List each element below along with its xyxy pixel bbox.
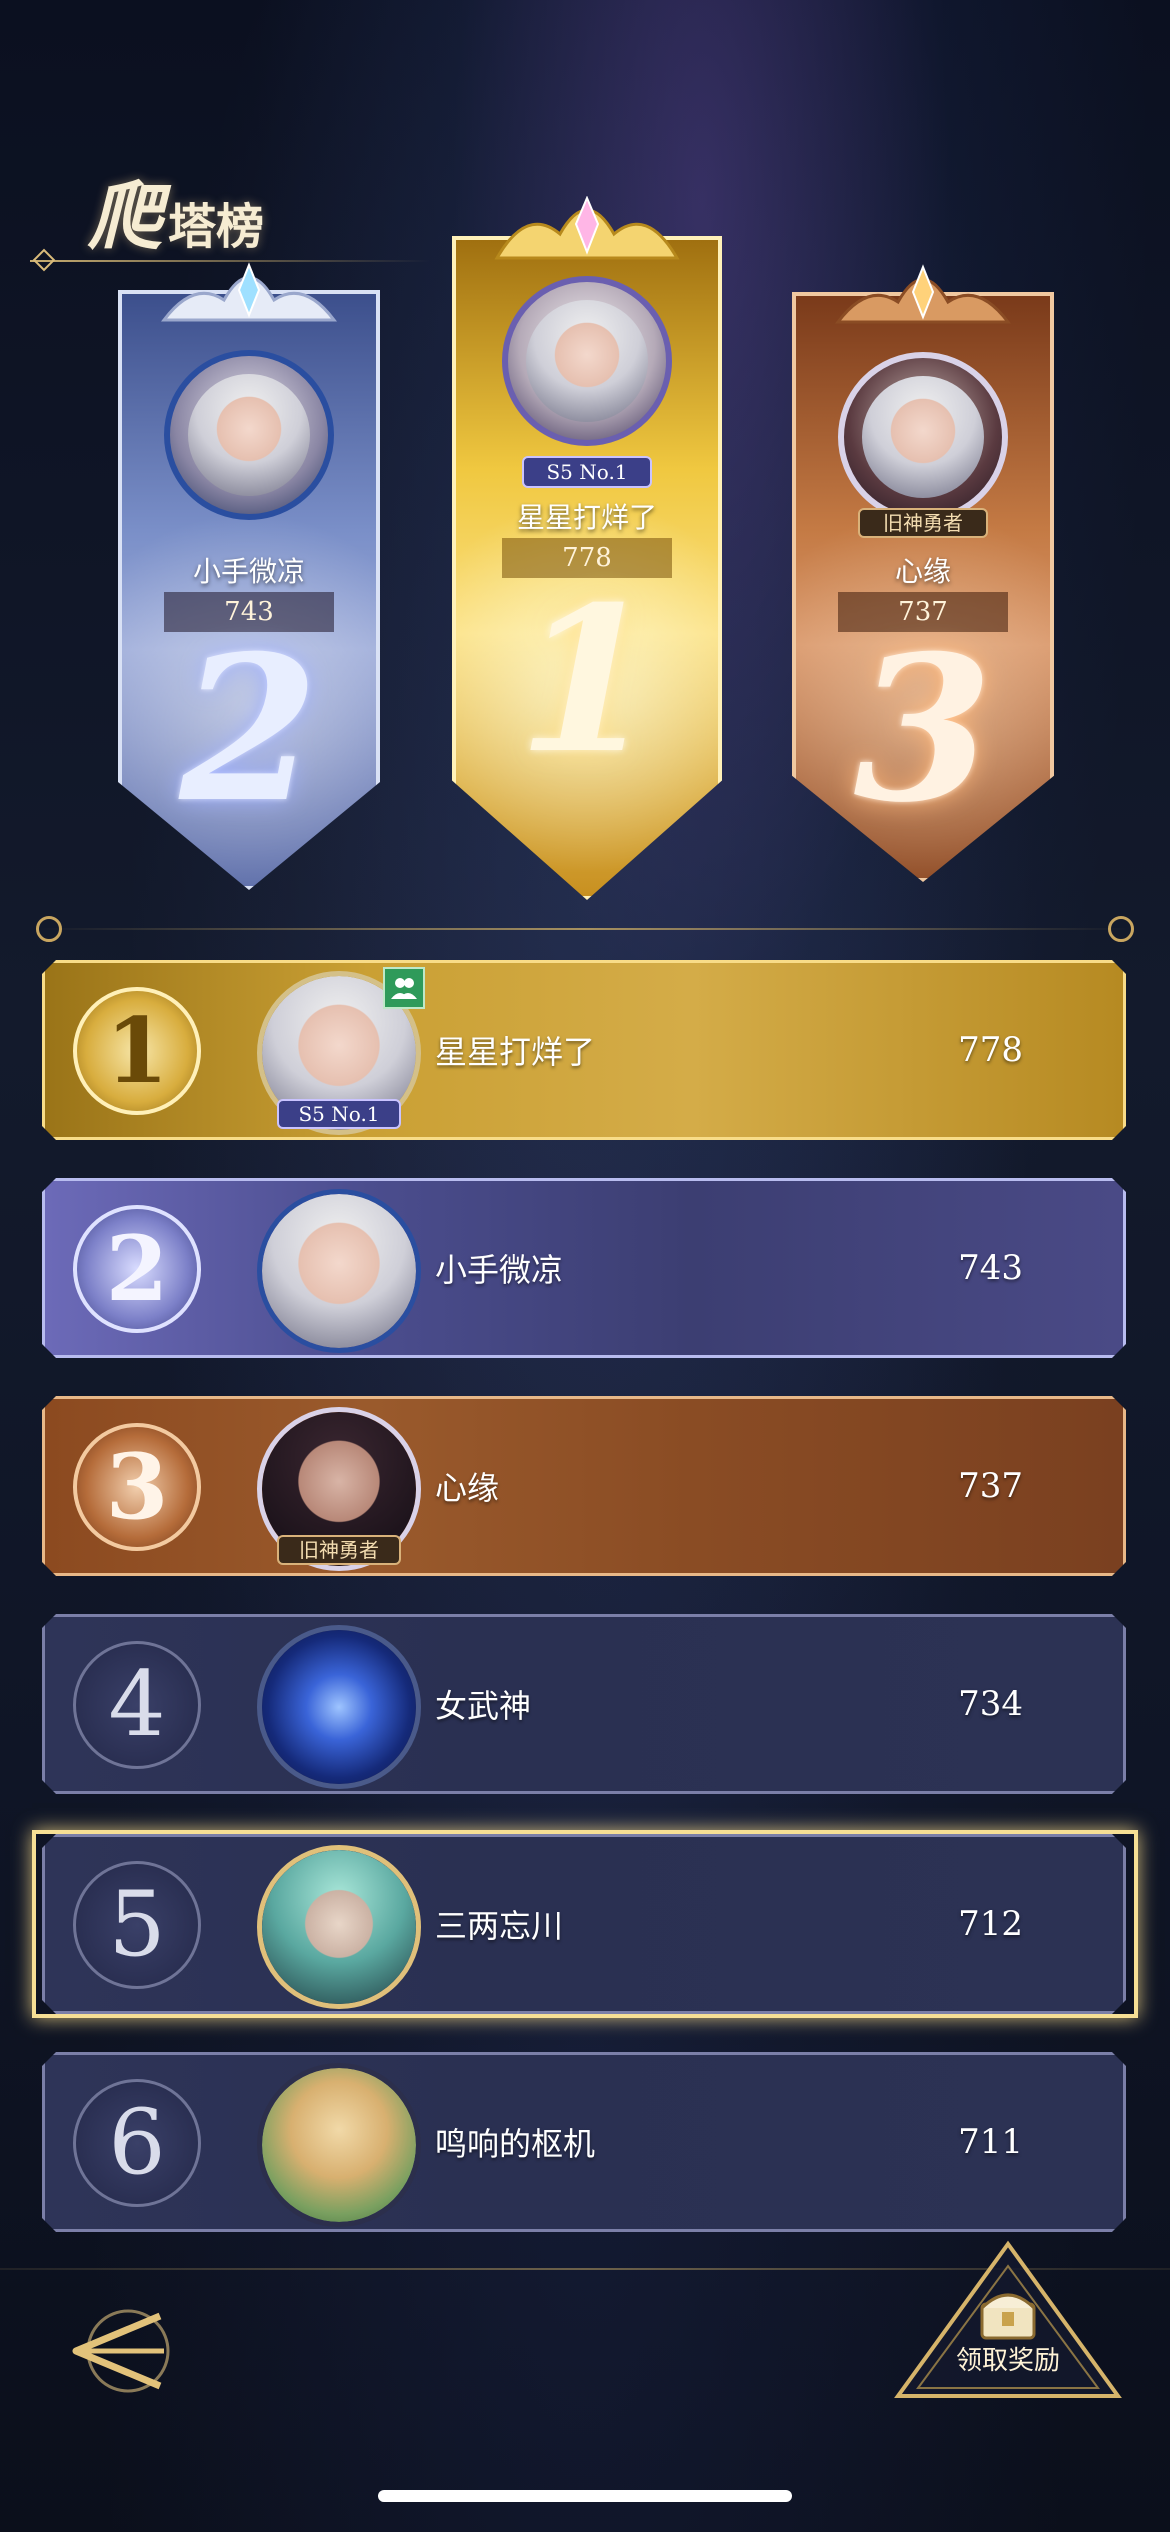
list-item[interactable]: 6 鸣响的枢机 711 [42, 2052, 1126, 2232]
title-tag: 旧神勇者 [858, 508, 988, 538]
player-name: 小手微凉 [435, 1251, 564, 1289]
player-score: 743 [958, 1248, 1023, 1288]
rank-number: 2 [179, 612, 319, 847]
silver-crest-icon [160, 262, 338, 322]
rank-number: 3 [853, 612, 993, 847]
player-name: 星星打烊了 [516, 501, 657, 534]
rank-medal: 2 [73, 1205, 201, 1333]
title-tag: 旧神勇者 [277, 1535, 401, 1565]
player-name: 心缘 [435, 1469, 500, 1507]
title-tag: S5 No.1 [522, 456, 652, 488]
claim-reward-button[interactable]: 领取奖励 [888, 2238, 1128, 2398]
list-item[interactable]: 4 女武神 734 [42, 1614, 1126, 1794]
rank-medal: 4 [73, 1641, 201, 1769]
list-item[interactable]: 1 S5 No.1 星星打烊了 778 [42, 960, 1126, 1140]
rank-medal: 6 [73, 2079, 201, 2207]
player-name: 鸣响的枢机 [435, 2125, 596, 2163]
home-indicator[interactable] [378, 2490, 792, 2502]
player-score: 711 [958, 2122, 1023, 2162]
avatar[interactable] [838, 352, 1008, 522]
player-name: 心缘 [894, 555, 951, 588]
podium-rank-2[interactable]: 小手微凉 743 2 [118, 262, 380, 890]
rank-medal: 3 [73, 1423, 201, 1551]
podium-rank-3[interactable]: 旧神勇者 心缘 737 3 [792, 264, 1054, 882]
page-title: 爬 塔榜 [88, 174, 265, 260]
friend-icon [383, 967, 425, 1009]
avatar[interactable] [164, 350, 334, 520]
section-divider [40, 928, 1130, 930]
list-item[interactable]: 3 旧神勇者 心缘 737 [42, 1396, 1126, 1576]
bronze-crest-icon [834, 264, 1012, 324]
list-item[interactable]: 2 小手微凉 743 [42, 1178, 1126, 1358]
player-score: 737 [958, 1466, 1023, 1506]
player-score: 734 [958, 1684, 1023, 1724]
player-score: 778 [958, 1030, 1023, 1070]
back-arrow-icon [72, 2309, 170, 2393]
player-name: 星星打烊了 [435, 1033, 596, 1071]
reward-button-label: 领取奖励 [955, 2346, 1060, 2376]
gold-crest-icon [494, 196, 680, 260]
player-name: 女武神 [435, 1687, 532, 1725]
title-tag: S5 No.1 [277, 1099, 401, 1129]
avatar[interactable] [502, 276, 672, 446]
rank-medal: 1 [73, 987, 201, 1115]
divider-ornament [1108, 916, 1134, 942]
avatar[interactable] [257, 1189, 421, 1353]
divider-ornament [36, 916, 62, 942]
player-name: 小手微凉 [192, 555, 305, 588]
current-player-highlight [32, 1830, 1138, 2018]
avatar[interactable] [257, 2063, 421, 2227]
back-button[interactable] [56, 2296, 176, 2406]
podium-rank-1[interactable]: S5 No.1 星星打烊了 778 1 [452, 196, 722, 900]
avatar[interactable] [257, 1625, 421, 1789]
rank-number: 1 [517, 563, 657, 798]
